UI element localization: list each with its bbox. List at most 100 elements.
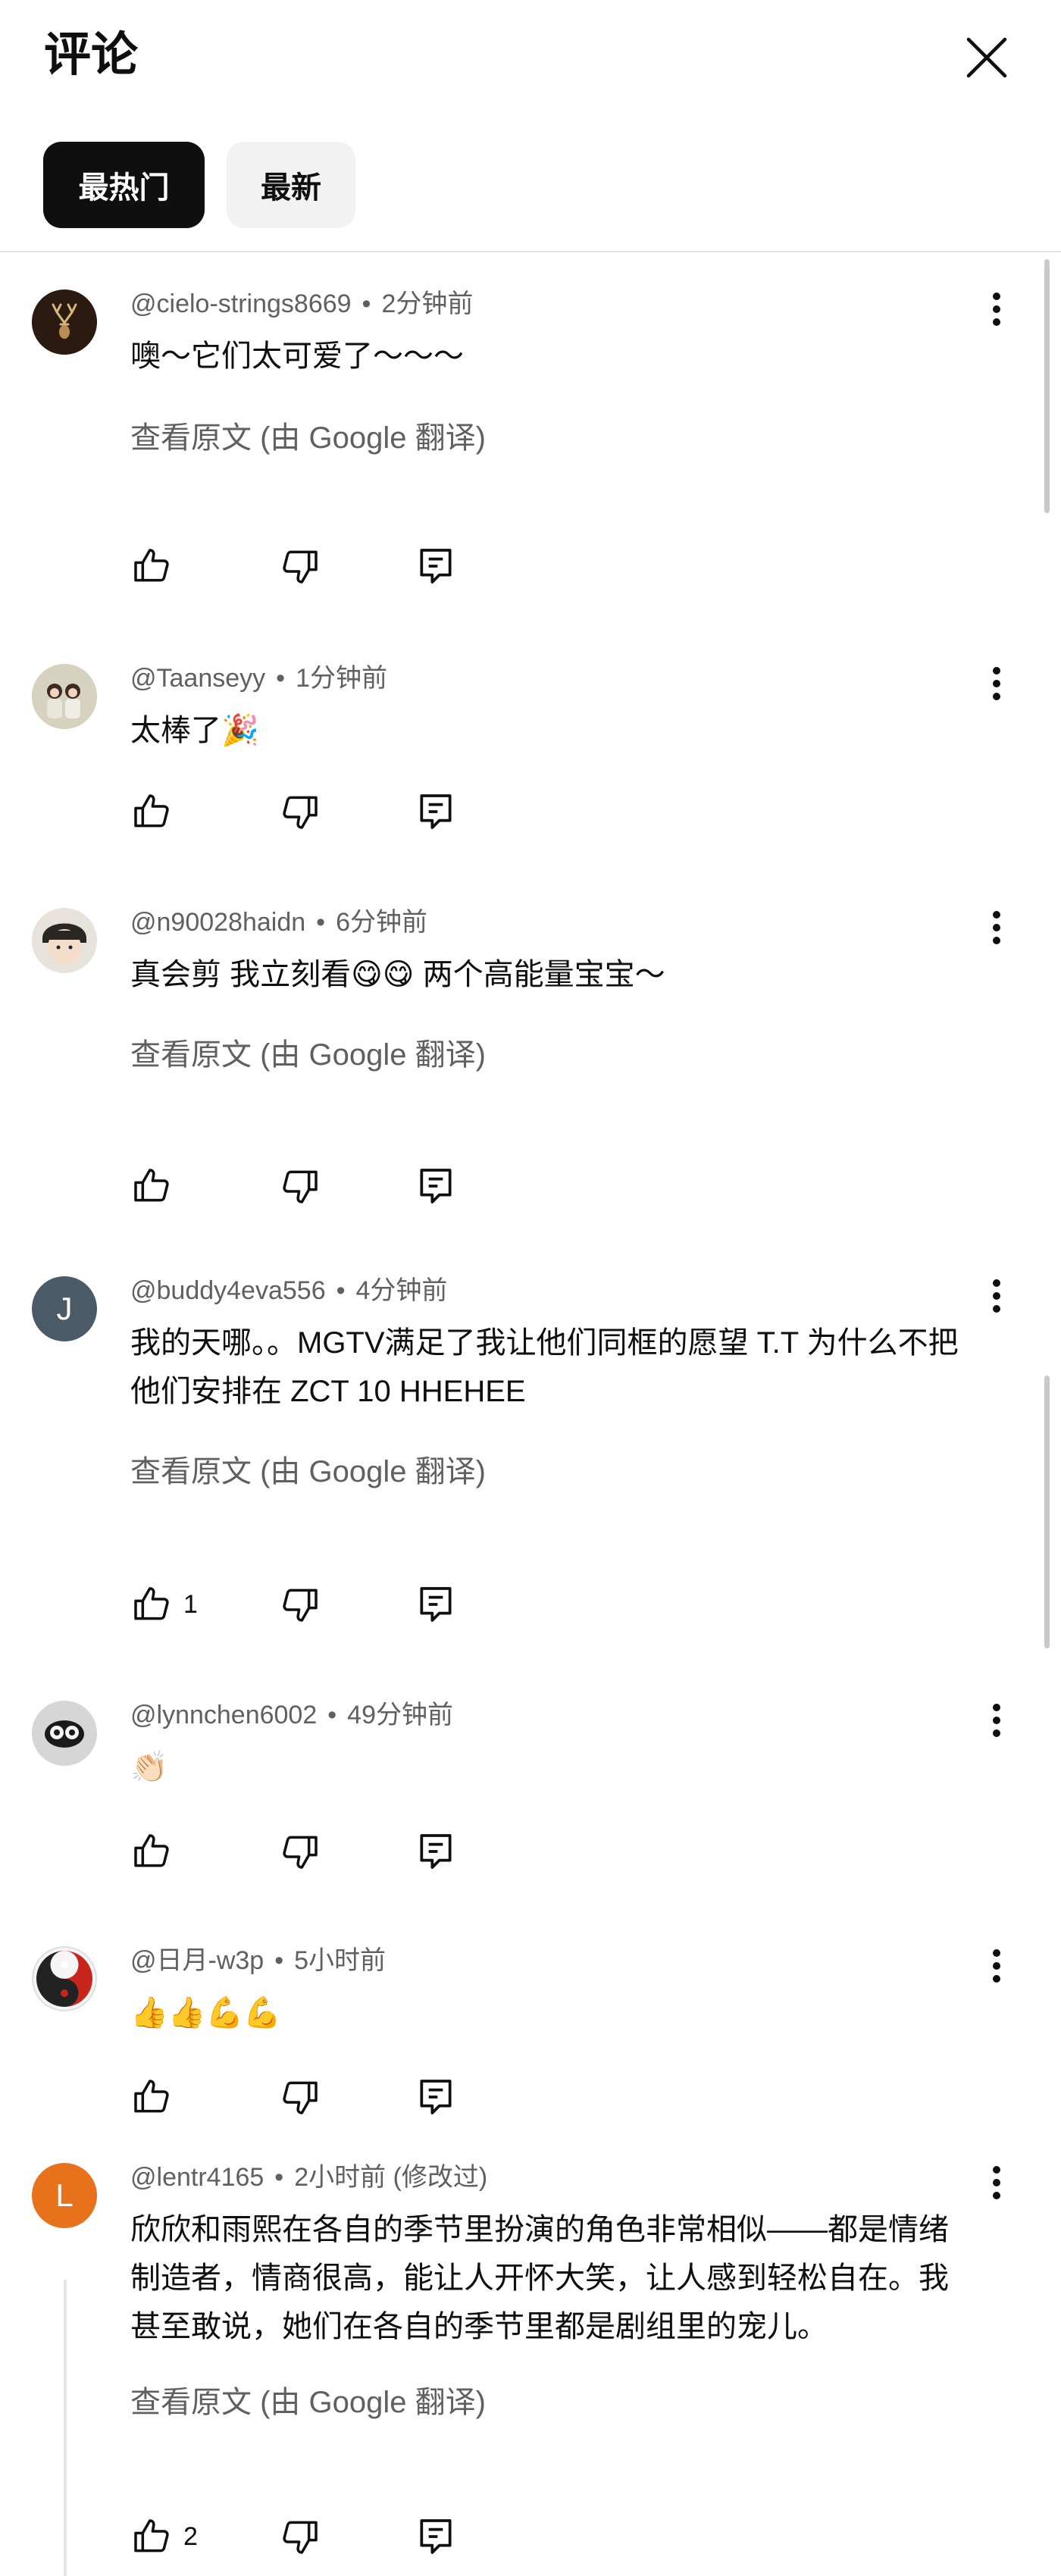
comment-meta: @Taanseyy • 1分钟前 xyxy=(130,664,387,693)
reply-button[interactable] xyxy=(415,785,457,838)
thumb-up-icon xyxy=(134,2080,169,2113)
translate-link[interactable]: 查看原文 (由 Google 翻译) xyxy=(130,1451,486,1493)
comment-text: 👏🏻 xyxy=(130,1751,168,1784)
timestamp: 5小时前 xyxy=(294,1946,387,1975)
page-title: 评论 xyxy=(44,29,139,81)
comment-text: 欣欣和雨熙在各自的季节里扮演的角色非常相似——都是情绪制造者，情商很高，能让人开… xyxy=(130,2213,949,2343)
like-button[interactable]: 2 xyxy=(130,2510,198,2563)
author-name[interactable]: @lynnchen6002 xyxy=(130,1701,317,1729)
author-name[interactable]: @lentr4165 xyxy=(130,2163,264,2192)
avatar-letter: J xyxy=(56,1291,73,1326)
thumb-up-icon xyxy=(134,1834,169,1867)
timestamp: 4分钟前 xyxy=(355,1276,448,1305)
comment-text: 真会剪 我立刻看😋😋 两个高能量宝宝～ xyxy=(130,958,665,991)
comment-text: 噢～它们太可爱了～～～ xyxy=(130,340,464,373)
reply-icon xyxy=(420,794,452,829)
avatar[interactable] xyxy=(32,908,97,973)
thumb-up-icon xyxy=(134,549,169,582)
thumb-down-icon xyxy=(283,1836,318,1869)
divider xyxy=(0,251,1061,252)
more-options-icon[interactable] xyxy=(978,1696,1016,1745)
author-name[interactable]: @cielo-strings8669 xyxy=(130,290,352,318)
scrollbar-thumb[interactable] xyxy=(1044,1376,1050,1648)
avatar-letter: L xyxy=(55,2177,74,2213)
scrollbar-thumb[interactable] xyxy=(1044,259,1050,513)
more-options-icon[interactable] xyxy=(978,1272,1016,1320)
avatar[interactable] xyxy=(32,1701,97,1766)
comment-text: 太棒了🎉 xyxy=(130,714,259,747)
comment-text: 我的天哪。。MGTV满足了我让他们同框的愿望 T.T 为什么不把他们安排在 ZC… xyxy=(130,1326,959,1408)
more-options-icon[interactable] xyxy=(978,2158,1016,2207)
tab-newest[interactable]: 最新 xyxy=(227,142,355,228)
dislike-button[interactable] xyxy=(279,2071,321,2124)
avatar[interactable] xyxy=(32,290,97,355)
reply-icon xyxy=(420,1169,452,1203)
dislike-button[interactable] xyxy=(279,1160,321,1213)
reply-button[interactable] xyxy=(415,2071,457,2124)
like-count: 1 xyxy=(183,1589,198,1619)
translate-link[interactable]: 查看原文 (由 Google 翻译) xyxy=(130,417,486,459)
reply-icon xyxy=(420,2080,452,2114)
comment-meta: @lynnchen6002 • 49分钟前 xyxy=(130,1701,453,1729)
like-button[interactable] xyxy=(130,540,183,593)
translate-link[interactable]: 查看原文 (由 Google 翻译) xyxy=(130,2381,486,2424)
like-button[interactable]: 1 xyxy=(130,1578,198,1631)
like-count: 2 xyxy=(183,2521,198,2551)
thumb-up-icon xyxy=(134,1587,169,1620)
reply-button[interactable] xyxy=(415,1578,457,1631)
reply-button[interactable] xyxy=(415,1825,457,1878)
reply-icon xyxy=(420,1587,452,1622)
thumb-down-icon xyxy=(283,1170,318,1203)
author-name[interactable]: @Taanseyy xyxy=(130,664,265,693)
timestamp: 2小时前 (修改过) xyxy=(294,2163,488,2192)
like-button[interactable] xyxy=(130,785,183,838)
close-icon[interactable] xyxy=(955,26,1019,89)
avatar[interactable] xyxy=(32,664,97,729)
author-name[interactable]: @buddy4eva556 xyxy=(130,1276,326,1305)
dislike-button[interactable] xyxy=(279,785,321,838)
avatar[interactable]: L xyxy=(32,2163,97,2228)
reply-icon xyxy=(420,1834,452,1869)
author-name[interactable]: @n90028haidn xyxy=(130,908,305,937)
more-options-icon[interactable] xyxy=(978,1942,1016,1990)
dislike-button[interactable] xyxy=(279,1825,321,1878)
timestamp: 49分钟前 xyxy=(347,1701,453,1729)
comment-meta: @cielo-strings8669 • 2分钟前 xyxy=(130,290,474,318)
comment-meta: @lentr4165 • 2小时前 (修改过) xyxy=(130,2163,488,2192)
timestamp: 6分钟前 xyxy=(336,908,427,937)
comment-meta: @日月-w3p • 5小时前 xyxy=(130,1946,387,1975)
comment-meta: @buddy4eva556 • 4分钟前 xyxy=(130,1276,448,1305)
thumb-down-icon xyxy=(283,550,318,584)
reply-icon xyxy=(420,2519,452,2554)
more-options-icon[interactable] xyxy=(978,903,1016,952)
thumb-down-icon xyxy=(283,796,318,829)
thumb-up-icon xyxy=(134,1169,169,1202)
thumb-down-icon xyxy=(283,2521,318,2554)
more-options-icon[interactable] xyxy=(978,285,1016,333)
thumb-down-icon xyxy=(283,1588,318,1622)
thumb-up-icon xyxy=(134,2519,169,2553)
reply-thread-line xyxy=(64,2280,67,2576)
thumb-up-icon xyxy=(134,794,169,828)
timestamp: 1分钟前 xyxy=(296,664,387,693)
reply-button[interactable] xyxy=(415,2510,457,2563)
author-name[interactable]: @日月-w3p xyxy=(130,1946,264,1975)
reply-button[interactable] xyxy=(415,1160,457,1213)
avatar[interactable]: J xyxy=(32,1276,97,1341)
thumb-down-icon xyxy=(283,2081,318,2114)
translate-link[interactable]: 查看原文 (由 Google 翻译) xyxy=(130,1034,486,1076)
like-button[interactable] xyxy=(130,1160,183,1213)
dislike-button[interactable] xyxy=(279,1578,321,1631)
timestamp: 2分钟前 xyxy=(381,290,474,318)
like-button[interactable] xyxy=(130,2071,183,2124)
dislike-button[interactable] xyxy=(279,2510,321,2563)
avatar[interactable] xyxy=(32,1946,97,2011)
comment-meta: @n90028haidn • 6分钟前 xyxy=(130,908,427,937)
reply-button[interactable] xyxy=(415,540,457,593)
comment-text: 👍👍💪💪 xyxy=(130,1996,282,2030)
like-button[interactable] xyxy=(130,1825,183,1878)
dislike-button[interactable] xyxy=(279,540,321,593)
reply-icon xyxy=(420,549,452,584)
tab-top[interactable]: 最热门 xyxy=(43,142,205,228)
more-options-icon[interactable] xyxy=(978,659,1016,708)
